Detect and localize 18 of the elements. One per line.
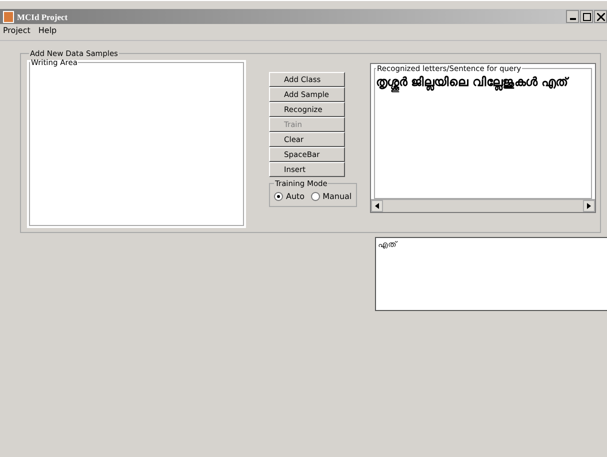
app-icon [3,10,14,22]
radio-label: Manual [322,192,352,201]
radio-button[interactable] [310,192,320,201]
scroll-right-icon[interactable] [583,200,595,212]
window-title: MCId Project [17,12,68,22]
radio-label: Auto [286,192,305,201]
close-button[interactable] [594,10,607,23]
radio-button[interactable] [274,192,283,201]
scroll-left-icon[interactable] [371,200,383,212]
maximize-button[interactable] [580,10,593,23]
minimize-button[interactable] [566,10,579,23]
menu-item[interactable]: Help [38,26,57,38]
close-icon [596,12,604,20]
minimize-icon [570,18,576,20]
menu-item[interactable]: Project [3,26,30,38]
maximize-icon [582,12,590,20]
horizontal-scrollbar[interactable] [371,199,595,212]
query-field[interactable]: എത് [375,237,607,311]
